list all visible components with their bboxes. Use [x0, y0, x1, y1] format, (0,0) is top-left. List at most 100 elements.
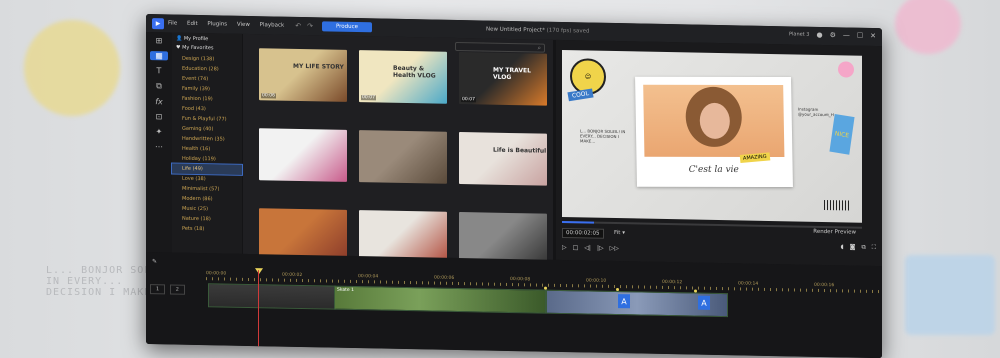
app-window: ▶ File Edit Plugins View Playback ↶ ↷ Pr… [146, 14, 882, 358]
stop-icon[interactable]: □ [573, 244, 579, 251]
title-clip-icon[interactable]: A [698, 295, 710, 310]
room-toolbar: ⊞ ▦ T ⧉ fx ⊡ ✦ ⋯ [146, 32, 172, 253]
left-note: L... BONJOR SOLEIL! IN EVERY... DECISION… [580, 128, 626, 144]
track-header: 1 2 [150, 284, 202, 325]
menu-bar: File Edit Plugins View Playback [168, 20, 292, 28]
template-duration: 00:07 [361, 95, 376, 101]
ruler-label: 00:00:02 [282, 272, 303, 278]
title-icon[interactable]: T [157, 66, 162, 75]
template-thumbnail[interactable] [259, 128, 347, 182]
timeline-marker[interactable] [544, 286, 547, 290]
track-button-1[interactable]: 1 [150, 284, 166, 295]
maximize-icon[interactable]: ☐ [857, 32, 863, 40]
particle-icon[interactable]: ✦ [156, 127, 163, 136]
template-caption: MY TRAVEL VLOG [493, 66, 531, 82]
portrait-image [643, 84, 785, 158]
fit-dropdown[interactable]: Fit ▾ [614, 230, 625, 236]
settings-icon[interactable]: ⚙ [830, 31, 836, 39]
preview-controls: 00:00:02:05 Fit ▾ Render Preview ▷ □ ◁| … [562, 220, 876, 252]
template-caption: Beauty & Health VLOG [393, 64, 436, 80]
render-preview-button[interactable]: Render Preview [813, 229, 856, 236]
template-caption: MY LIFE STORY [293, 62, 344, 71]
polaroid-photo: C'est la vie [635, 76, 793, 188]
face-shape [699, 102, 731, 139]
timeline-marker[interactable] [616, 288, 619, 292]
menu-playback[interactable]: Playback [260, 22, 285, 28]
script-caption: C'est la vie [688, 164, 739, 175]
category-item[interactable]: Pets (18) [172, 223, 242, 234]
playhead-handle[interactable] [255, 268, 263, 275]
bg-smiley-yellow [24, 20, 120, 116]
ruler-label: 00:00:08 [510, 276, 531, 283]
template-duration: 00:07 [461, 97, 476, 103]
bg-smiley-pink [895, 0, 961, 54]
timecode-display[interactable]: 00:00:02:05 [562, 227, 604, 239]
ruler-label: 00:00:06 [434, 275, 455, 281]
timeline-marker[interactable] [694, 289, 697, 293]
timeline-clip-skate[interactable]: Skate 1 [334, 285, 546, 314]
prev-frame-icon[interactable]: ◁| [584, 244, 591, 251]
template-thumbnail[interactable]: Beauty & Health VLOG 00:07 [359, 50, 447, 104]
playback-buttons: ▷ □ ◁| |▷ ▷▷ [562, 244, 619, 252]
barcode-graphic [824, 200, 850, 211]
next-frame-icon[interactable]: |▷ [597, 245, 604, 252]
produce-button[interactable]: Produce [321, 21, 373, 33]
more-icon[interactable]: ⋯ [155, 142, 163, 151]
minimize-icon[interactable]: — [843, 31, 850, 39]
menu-view[interactable]: View [237, 22, 250, 28]
redo-icon[interactable]: ↷ [307, 22, 313, 30]
menu-file[interactable]: File [168, 20, 177, 26]
title-clip-icon[interactable]: A [618, 294, 630, 309]
search-input[interactable]: ⌕ [455, 41, 545, 53]
playhead[interactable] [258, 270, 259, 351]
ruler-label: 00:00:14 [738, 281, 759, 287]
template-thumbnail[interactable]: Life is Beautiful [459, 132, 547, 186]
menu-plugins[interactable]: Plugins [207, 21, 227, 27]
volume-icon[interactable]: ◖ [841, 243, 844, 251]
pink-smiley-sticker [838, 61, 854, 78]
app-logo-icon: ▶ [152, 17, 164, 29]
preview-panel: ☺ COOL L... BONJOR SOLEIL! IN EVERY... D… [556, 39, 882, 267]
close-icon[interactable]: ✕ [870, 32, 876, 40]
preview-canvas: ☺ COOL L... BONJOR SOLEIL! IN EVERY... D… [562, 49, 862, 223]
timeline-toolbar: ✎ [152, 258, 352, 272]
fast-forward-icon[interactable]: ▷▷ [610, 245, 619, 252]
timeline-clip-empty[interactable] [208, 283, 336, 310]
window-controls: Planet 3 ● ⚙ — ☐ ✕ [789, 30, 876, 40]
template-duration: 00:06 [261, 93, 276, 99]
notification-icon[interactable]: ● [816, 31, 822, 39]
ruler-label: 00:00:04 [358, 274, 379, 280]
undock-icon[interactable]: ⧉ [862, 244, 866, 252]
timeline-panel: ✎ 1 2 00:00:00 00:00:02 00:00:04 00:00:06 00… [146, 252, 882, 358]
ruler-label: 00:00:12 [662, 279, 683, 286]
preview-tools: ◖ ◙ ⧉ ⛶ [841, 243, 877, 252]
snapshot-icon[interactable]: ◙ [850, 244, 856, 252]
fullscreen-icon[interactable]: ⛶ [872, 244, 876, 252]
template-caption: Life is Beautiful [493, 146, 547, 155]
pip-icon[interactable]: ⊡ [156, 112, 163, 121]
template-icon[interactable]: ▦ [150, 51, 168, 61]
ruler-label: 00:00:00 [206, 271, 227, 277]
ruler-label: 00:00:16 [814, 282, 835, 289]
track-button-2[interactable]: 2 [169, 284, 185, 295]
template-thumbnail[interactable]: MY TRAVEL VLOG 00:07 [459, 52, 547, 106]
category-list: 👤 My Profile ♥ My Favorites Design (138)… [171, 32, 243, 254]
account-name[interactable]: Planet 3 [789, 31, 809, 37]
project-title: New Untitled Project* (170 fps) saved [486, 26, 590, 35]
template-browser: ⌕ MY LIFE STORY 00:06 Beauty & Health VLOG… [243, 33, 553, 266]
play-icon[interactable]: ▷ [562, 244, 567, 251]
bg-nice-sticker [905, 255, 995, 335]
cool-label: COOL [567, 88, 594, 102]
template-thumbnail[interactable]: MY LIFE STORY 00:06 [259, 48, 347, 102]
effect-icon[interactable]: fx [155, 97, 163, 106]
media-room-icon[interactable]: ⊞ [156, 36, 163, 45]
template-thumbnail[interactable] [359, 130, 447, 184]
transition-icon[interactable]: ⧉ [156, 81, 162, 91]
undo-icon[interactable]: ↶ [295, 22, 301, 30]
preview-scrubber[interactable] [562, 220, 862, 229]
menu-edit[interactable]: Edit [187, 21, 198, 27]
nice-sticker: NICE [829, 114, 855, 155]
search-icon: ⌕ [537, 44, 541, 52]
edit-tool-icon[interactable]: ✎ [152, 258, 157, 265]
ruler-label: 00:00:10 [586, 278, 607, 284]
